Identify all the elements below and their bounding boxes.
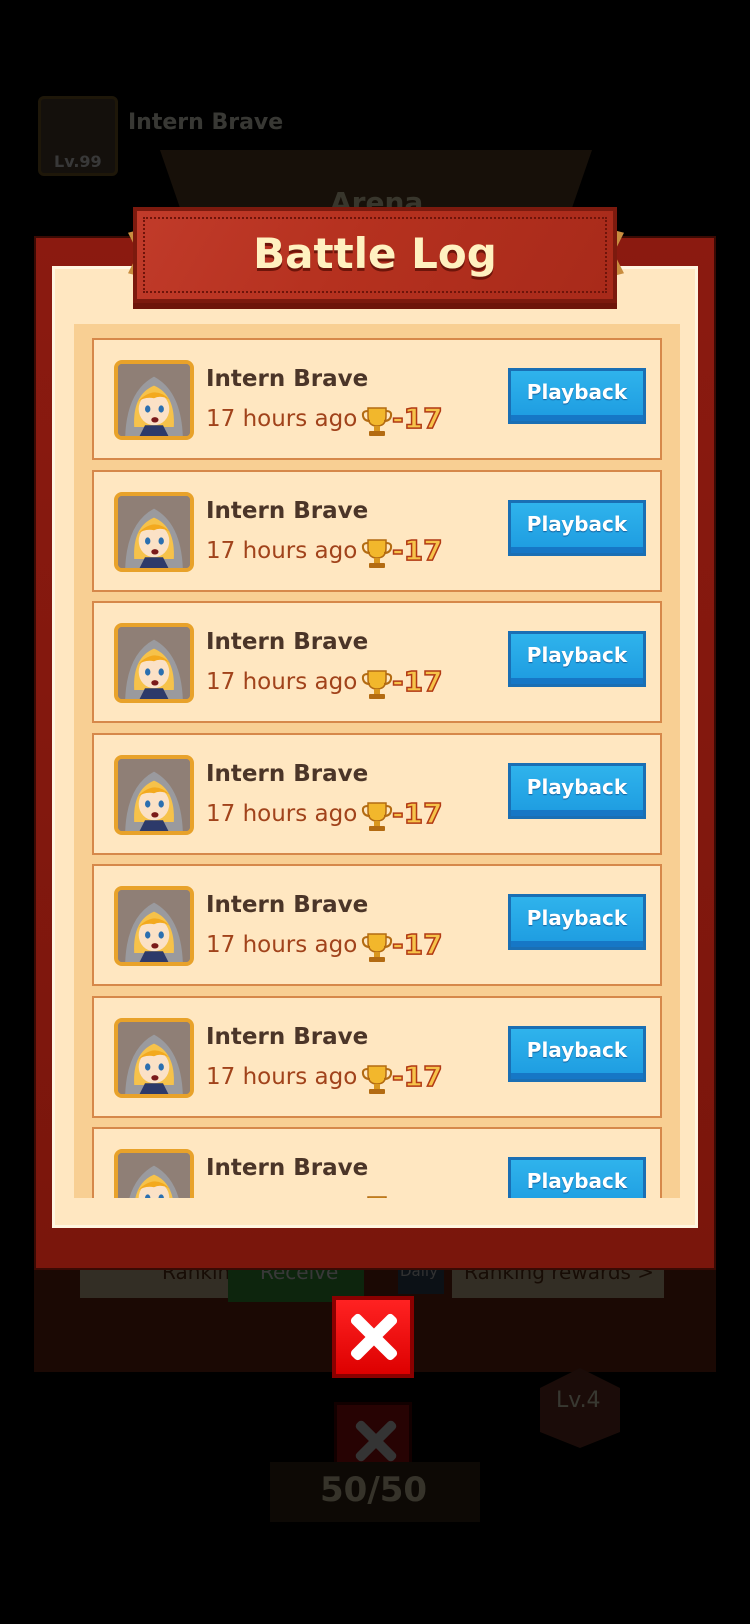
battle-log-entry: Intern Brave 17 hours ago -17 Playback <box>92 864 662 986</box>
hero-portrait-icon <box>118 364 190 436</box>
battle-time: 17 hours ago <box>206 932 358 958</box>
trophy-change: -17 <box>391 927 443 962</box>
opponent-avatar <box>114 1149 194 1198</box>
trophy-icon <box>361 933 393 962</box>
battle-log-rows: Intern Brave 17 hours ago -17 Playback I… <box>0 324 750 1198</box>
playback-button[interactable]: Playback <box>508 894 646 950</box>
trophy-icon <box>361 801 393 831</box>
trophy-icon <box>367 1196 387 1198</box>
battle-time: 17 hours ago <box>206 406 358 432</box>
battle-time: 17 hours ago <box>206 1063 358 1090</box>
background-player-level: Lv.99 <box>54 152 102 171</box>
playback-button[interactable]: Playback <box>508 1157 646 1198</box>
hero-portrait-icon <box>118 627 190 699</box>
opponent-name: Intern Brave <box>206 1023 369 1050</box>
opponent-avatar <box>114 886 194 966</box>
opponent-name: Intern Brave <box>206 892 369 918</box>
playback-button[interactable]: Playback <box>508 762 646 819</box>
battle-log-entry: Intern Brave 17 hours ago -17 Playback <box>92 732 662 855</box>
trophy-change: -17 <box>391 1059 443 1094</box>
trophy-change: -17 <box>391 664 443 699</box>
battle-time: 17 hours ago <box>206 537 358 564</box>
close-icon[interactable] <box>332 1296 414 1378</box>
trophy-change: -17 <box>391 401 443 436</box>
hero-portrait-icon <box>118 1153 190 1198</box>
battle-log-entry: Intern Brave 17 hours ago -17 Playback <box>92 995 662 1118</box>
opponent-name: Intern Brave <box>206 497 369 524</box>
background-stamina-counter: 50/50 <box>270 1462 480 1522</box>
battle-time: 17 hours ago <box>206 669 358 695</box>
trophy-change: -17 <box>391 533 443 568</box>
opponent-name: Intern Brave <box>206 760 369 787</box>
battle-time: 17 hours ago <box>206 800 358 827</box>
opponent-avatar <box>114 623 194 703</box>
background-player-name: Intern Brave <box>128 110 284 135</box>
playback-button[interactable]: Playback <box>508 631 646 687</box>
opponent-name: Intern Brave <box>206 629 369 655</box>
trophy-change: -17 <box>391 796 443 831</box>
title-banner: Battle Log <box>133 207 617 303</box>
trophy-icon <box>361 1064 393 1094</box>
hero-portrait-icon <box>118 758 190 831</box>
hero-portrait-icon <box>118 1021 190 1094</box>
battle-log-entry: Intern Brave 17 hours ago -17 Playback <box>92 601 662 723</box>
hero-portrait-icon <box>118 890 190 962</box>
battle-log-entry: Intern Brave 17 hours ago -17 Playback <box>92 469 662 592</box>
opponent-avatar <box>114 754 194 835</box>
playback-button[interactable]: Playback <box>508 368 646 424</box>
battle-log-entry: Intern Brave Playback <box>92 1127 662 1198</box>
playback-button[interactable]: Playback <box>508 499 646 556</box>
trophy-icon <box>361 407 393 436</box>
trophy-icon <box>361 670 393 699</box>
hero-portrait-icon <box>118 495 190 568</box>
opponent-avatar <box>114 491 194 572</box>
opponent-name: Intern Brave <box>206 366 369 392</box>
trophy-icon <box>361 538 393 568</box>
playback-button[interactable]: Playback <box>508 1025 646 1082</box>
background-level-badge: Lv.4 <box>540 1368 620 1448</box>
opponent-name: Intern Brave <box>206 1155 369 1181</box>
battle-log-entry: Intern Brave 17 hours ago -17 Playback <box>92 338 662 460</box>
opponent-avatar <box>114 1017 194 1098</box>
opponent-avatar <box>114 360 194 440</box>
dialog-title: Battle Log <box>253 229 497 278</box>
